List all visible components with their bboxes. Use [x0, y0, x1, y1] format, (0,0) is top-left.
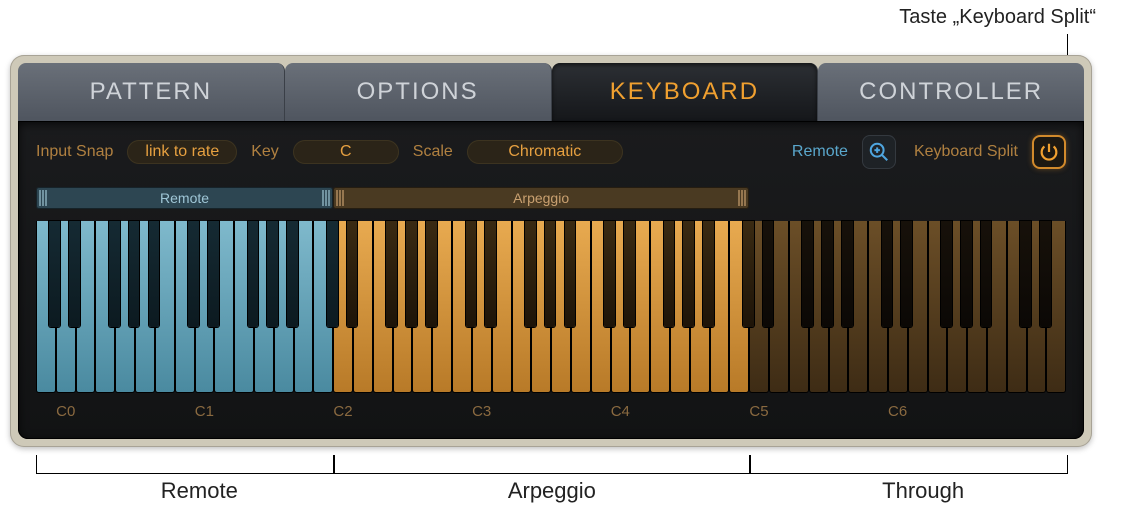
split-range-row: Remote Arpeggio: [36, 187, 1066, 209]
remote-range-label: Remote: [160, 190, 209, 206]
piano-key[interactable]: [1007, 221, 1027, 393]
piano-key-black[interactable]: [49, 221, 60, 327]
piano-key-black[interactable]: [109, 221, 120, 327]
piano-key-black[interactable]: [69, 221, 80, 327]
piano-key[interactable]: [789, 221, 809, 393]
keyboard-display[interactable]: [36, 221, 1066, 393]
note-label: C5: [749, 403, 768, 420]
tab-pattern[interactable]: PATTERN: [18, 63, 285, 121]
piano-key-black[interactable]: [664, 221, 675, 327]
piano-key-black[interactable]: [426, 221, 437, 327]
note-label: C3: [472, 403, 491, 420]
piano-key-black[interactable]: [882, 221, 893, 327]
note-label: C6: [888, 403, 907, 420]
note-label: C4: [611, 403, 630, 420]
piano-key[interactable]: [650, 221, 670, 393]
piano-key[interactable]: [95, 221, 115, 393]
input-snap-value[interactable]: link to rate: [127, 140, 237, 164]
bracket-arpeggio: [333, 455, 751, 474]
piano-key[interactable]: [313, 221, 333, 393]
piano-key[interactable]: [175, 221, 195, 393]
piano-key-black[interactable]: [802, 221, 813, 327]
piano-key[interactable]: [512, 221, 532, 393]
piano-key-black[interactable]: [604, 221, 615, 327]
piano-key[interactable]: [36, 221, 56, 393]
note-label: C0: [56, 403, 75, 420]
keyboard-split-label: Keyboard Split: [914, 143, 1018, 161]
annotation-arpeggio-label: Arpeggio: [508, 478, 596, 504]
tab-controller[interactable]: CONTROLLER: [818, 63, 1084, 121]
tab-bar: PATTERN OPTIONS KEYBOARD CONTROLLER: [10, 55, 1092, 121]
piano-key-black[interactable]: [188, 221, 199, 327]
piano-key-black[interactable]: [129, 221, 140, 327]
note-label: C2: [333, 403, 352, 420]
piano-key[interactable]: [928, 221, 948, 393]
piano-key-black[interactable]: [941, 221, 952, 327]
piano-key-black[interactable]: [901, 221, 912, 327]
piano-key-black[interactable]: [386, 221, 397, 327]
piano-key-black[interactable]: [683, 221, 694, 327]
tab-options[interactable]: OPTIONS: [285, 63, 552, 121]
arpeggio-range-label: Arpeggio: [513, 190, 569, 206]
piano-key-black[interactable]: [703, 221, 714, 327]
piano-key-black[interactable]: [287, 221, 298, 327]
key-scale-labels: C0 C1 C2 C3 C4 C5 C6: [36, 403, 1066, 423]
key-label: Key: [251, 143, 279, 161]
piano-key-black[interactable]: [327, 221, 338, 327]
remote-label: Remote: [792, 143, 848, 161]
piano-key-black[interactable]: [466, 221, 477, 327]
piano-key-black[interactable]: [961, 221, 972, 327]
piano-key-black[interactable]: [525, 221, 536, 327]
annotation-through-label: Through: [882, 478, 964, 504]
piano-key-black[interactable]: [149, 221, 160, 327]
piano-key-black[interactable]: [545, 221, 556, 327]
plugin-window: PATTERN OPTIONS KEYBOARD CONTROLLER Inpu…: [10, 55, 1092, 447]
piano-key-black[interactable]: [485, 221, 496, 327]
piano-key-black[interactable]: [347, 221, 358, 327]
keyboard-split-button[interactable]: [1032, 135, 1066, 169]
parameter-row: Input Snap link to rate Key C Scale Chro…: [36, 135, 1066, 169]
bracket-remote: [36, 455, 335, 474]
scale-label: Scale: [413, 143, 453, 161]
piano-key-black[interactable]: [822, 221, 833, 327]
piano-key-black[interactable]: [1040, 221, 1051, 327]
piano-key-black[interactable]: [565, 221, 576, 327]
piano-key-black[interactable]: [743, 221, 754, 327]
piano-key[interactable]: [234, 221, 254, 393]
piano-key[interactable]: [868, 221, 888, 393]
power-icon: [1038, 141, 1060, 163]
bracket-through: [749, 455, 1068, 474]
arpeggio-range-handle[interactable]: Arpeggio: [333, 187, 749, 209]
piano-key-black[interactable]: [406, 221, 417, 327]
annotation-remote-label: Remote: [161, 478, 238, 504]
piano-key-black[interactable]: [842, 221, 853, 327]
piano-key-black[interactable]: [1020, 221, 1031, 327]
keyboard-panel: Input Snap link to rate Key C Scale Chro…: [18, 121, 1084, 439]
callout-keyboard-split: Taste „Keyboard Split“: [899, 6, 1096, 29]
magnifier-plus-icon: [868, 141, 890, 163]
note-label: C1: [195, 403, 214, 420]
piano-key-black[interactable]: [763, 221, 774, 327]
piano-key-black[interactable]: [208, 221, 219, 327]
remote-zoom-button[interactable]: [862, 135, 896, 169]
piano-key-black[interactable]: [248, 221, 259, 327]
piano-key-black[interactable]: [624, 221, 635, 327]
piano-key[interactable]: [591, 221, 611, 393]
piano-key-black[interactable]: [981, 221, 992, 327]
remote-range-handle[interactable]: Remote: [36, 187, 333, 209]
piano-key[interactable]: [373, 221, 393, 393]
piano-key-black[interactable]: [267, 221, 278, 327]
piano-key[interactable]: [452, 221, 472, 393]
piano-key[interactable]: [729, 221, 749, 393]
tab-keyboard[interactable]: KEYBOARD: [552, 63, 819, 121]
input-snap-label: Input Snap: [36, 143, 113, 161]
key-value[interactable]: C: [293, 140, 399, 164]
scale-value[interactable]: Chromatic: [467, 140, 623, 164]
